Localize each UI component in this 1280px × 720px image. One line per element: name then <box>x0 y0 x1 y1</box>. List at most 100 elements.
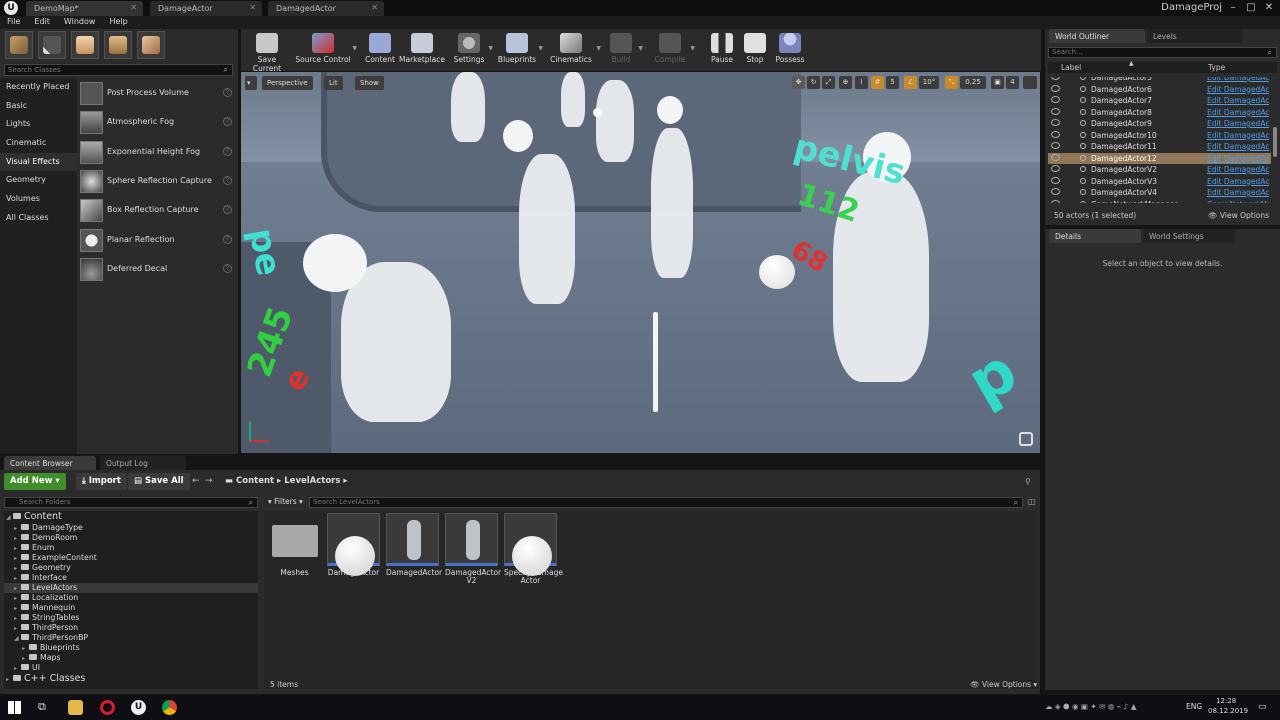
visibility-eye-icon[interactable] <box>1051 130 1060 138</box>
save-current-button[interactable]: Save Current <box>243 31 291 73</box>
expand-arrow-icon[interactable]: ◢ <box>6 514 13 521</box>
category-all-classes[interactable]: All Classes <box>0 209 77 228</box>
build-button[interactable]: Build ▼ <box>605 31 643 69</box>
category-cinematic[interactable]: Cinematic <box>0 134 77 153</box>
close-icon[interactable]: ✕ <box>130 3 137 12</box>
place-item-sphere-reflection-capture[interactable]: Sphere Reflection Capture? <box>80 168 234 195</box>
actor-type-link[interactable]: Edit DamagedAc <box>1207 165 1269 174</box>
dropdown-arrow-icon[interactable]: ▼ <box>488 45 493 52</box>
folder-tree-item[interactable]: ▸ Blueprints <box>4 643 258 653</box>
search-classes-input[interactable]: Search Classes ⌕ <box>4 64 233 76</box>
cb-view-options-button[interactable]: 👁 View Options ▾ <box>970 680 1037 689</box>
category-recently-placed[interactable]: Recently Placed <box>0 78 77 97</box>
windows-start-icon[interactable] <box>8 701 21 714</box>
category-lights[interactable]: Lights <box>0 115 77 134</box>
outliner-row[interactable]: DamagedActor7 Edit DamagedAc <box>1048 95 1271 107</box>
rotation-snap-value[interactable]: 10° <box>919 76 939 89</box>
visibility-eye-icon[interactable] <box>1051 176 1060 184</box>
visibility-eye-icon[interactable] <box>1051 153 1060 161</box>
place-item-planar-reflection[interactable]: Planar Reflection? <box>80 227 234 254</box>
file-explorer-icon[interactable] <box>68 700 83 715</box>
outliner-row[interactable]: DamagedActor11 Edit DamagedAc <box>1048 141 1271 153</box>
help-icon[interactable]: ? <box>223 88 232 97</box>
landscape-mode-button[interactable] <box>71 31 99 59</box>
save-all-button[interactable]: ▤ Save All <box>128 473 190 490</box>
level-viewport[interactable]: pelvis 112 68 pe 245 e p ▾ Perspective L… <box>241 72 1040 453</box>
visibility-eye-icon[interactable] <box>1051 199 1060 204</box>
mannequin[interactable] <box>341 262 451 422</box>
category-geometry[interactable]: Geometry <box>0 171 77 190</box>
mannequin[interactable] <box>596 80 634 162</box>
doc-tab-demomap[interactable]: DemoMap* ✕ <box>26 1 143 16</box>
lock-icon[interactable]: ⚲ <box>1025 477 1031 486</box>
dropdown-arrow-icon[interactable]: ▼ <box>352 45 357 52</box>
perspective-button[interactable]: Perspective <box>262 76 313 90</box>
filters-button[interactable]: ▾ Filters ▾ <box>268 497 303 506</box>
rotate-icon[interactable]: ↻ <box>807 76 820 89</box>
tray-icons[interactable]: ☁ ◈ ⬢ ◉ ▣ ✦ ✉ ◍ ⌁ ♪ ▲ <box>1045 702 1136 711</box>
tab-content-browser[interactable]: Content Browser <box>4 456 96 470</box>
visibility-eye-icon[interactable] <box>1051 188 1060 195</box>
category-basic[interactable]: Basic <box>0 97 77 116</box>
close-window-icon[interactable]: ✕ <box>1260 0 1278 16</box>
visibility-eye-icon[interactable] <box>1051 107 1060 115</box>
actor-type-link[interactable]: Edit DamagedAc <box>1207 142 1269 151</box>
doc-tab-damagedactor[interactable]: DamagedActor ✕ <box>268 1 384 16</box>
tab-levels[interactable]: Levels <box>1147 29 1243 43</box>
opera-icon[interactable] <box>100 700 115 715</box>
visibility-eye-icon[interactable] <box>1051 76 1060 80</box>
asset-search-input[interactable]: Search LevelActors ⌕ <box>309 497 1023 508</box>
cinematics-button[interactable]: Cinematics ▼ <box>547 31 601 69</box>
paint-mode-button[interactable] <box>38 31 66 59</box>
outliner-row[interactable]: DamagedActor9 Edit DamagedAc <box>1048 118 1271 130</box>
category-visual-effects[interactable]: Visual Effects <box>0 152 77 172</box>
tab-world-outliner[interactable]: World Outliner <box>1049 29 1145 43</box>
settings-button[interactable]: Settings ▼ <box>451 31 493 69</box>
close-icon[interactable]: ✕ <box>249 3 256 12</box>
clock-date[interactable]: 08.12.2019 <box>1208 707 1248 715</box>
menu-window[interactable]: Window <box>57 16 103 26</box>
chrome-icon[interactable] <box>162 700 177 715</box>
expand-arrow-icon[interactable]: ▸ <box>14 535 21 542</box>
asset-tile[interactable]: DamageActor <box>327 513 380 577</box>
folder-tree-item[interactable]: ◢ Content <box>4 511 258 523</box>
asset-tile[interactable]: DamagedActor V2 <box>445 513 501 585</box>
breadcrumb-content[interactable]: Content <box>236 476 274 486</box>
mannequin[interactable] <box>561 72 585 127</box>
asset-tile[interactable]: DamagedActor <box>386 513 442 577</box>
column-type[interactable]: Type <box>1208 63 1225 72</box>
outliner-row[interactable]: DamagedActor10 Edit DamagedAc <box>1048 130 1271 142</box>
folder-tree-item[interactable]: ▸ ThirdPerson <box>4 623 258 633</box>
outliner-row[interactable]: DamagedActorV2 Edit DamagedAc <box>1048 164 1271 176</box>
actor-type-link[interactable]: Edit DamagedAc <box>1207 108 1269 117</box>
mannequin[interactable] <box>519 154 575 304</box>
maximize-icon[interactable]: □ <box>1242 0 1260 16</box>
mannequin[interactable] <box>451 72 485 142</box>
filter-settings-icon[interactable]: ◫ <box>1028 497 1036 506</box>
visibility-eye-icon[interactable] <box>1051 96 1060 103</box>
actor-type-link[interactable]: GameNetworkMa <box>1207 200 1269 204</box>
clock-time[interactable]: 12:28 <box>1216 697 1236 705</box>
stop-button[interactable]: Stop <box>741 31 769 69</box>
scale-icon[interactable]: ⤢ <box>822 76 835 89</box>
scale-snap-icon[interactable]: ⤡ <box>945 76 958 89</box>
actor-type-link[interactable]: Edit DamagedAc <box>1207 177 1269 186</box>
forward-arrow-icon[interactable]: → <box>205 476 213 486</box>
breadcrumb-levelactors[interactable]: LevelActors <box>284 476 340 486</box>
folder-tree-item[interactable]: ▸ Mannequin <box>4 603 258 613</box>
show-button[interactable]: Show <box>355 76 384 90</box>
dropdown-arrow-icon[interactable]: ▼ <box>690 45 695 52</box>
visibility-eye-icon[interactable] <box>1051 165 1060 172</box>
folder-tree-item[interactable]: ◢ ThirdPersonBP <box>4 633 258 643</box>
folder-tree-item[interactable]: ▸ Geometry <box>4 563 258 573</box>
camera-speed-icon[interactable]: ▣ <box>991 76 1004 89</box>
import-button[interactable]: ⤓ Import <box>76 473 127 490</box>
place-item-post-process-volume[interactable]: Post Process Volume? <box>80 80 234 107</box>
camera-speed-value[interactable]: 4 <box>1006 76 1019 89</box>
expand-arrow-icon[interactable]: ▸ <box>14 595 21 602</box>
expand-arrow-icon[interactable]: ▸ <box>6 676 13 683</box>
source-control-button[interactable]: Source Control ▼ <box>295 31 357 69</box>
expand-arrow-icon[interactable]: ▸ <box>14 625 21 632</box>
folder-tree-item[interactable]: ▸ Enum <box>4 543 258 553</box>
rotation-snap-icon[interactable]: ∠ <box>904 76 917 89</box>
